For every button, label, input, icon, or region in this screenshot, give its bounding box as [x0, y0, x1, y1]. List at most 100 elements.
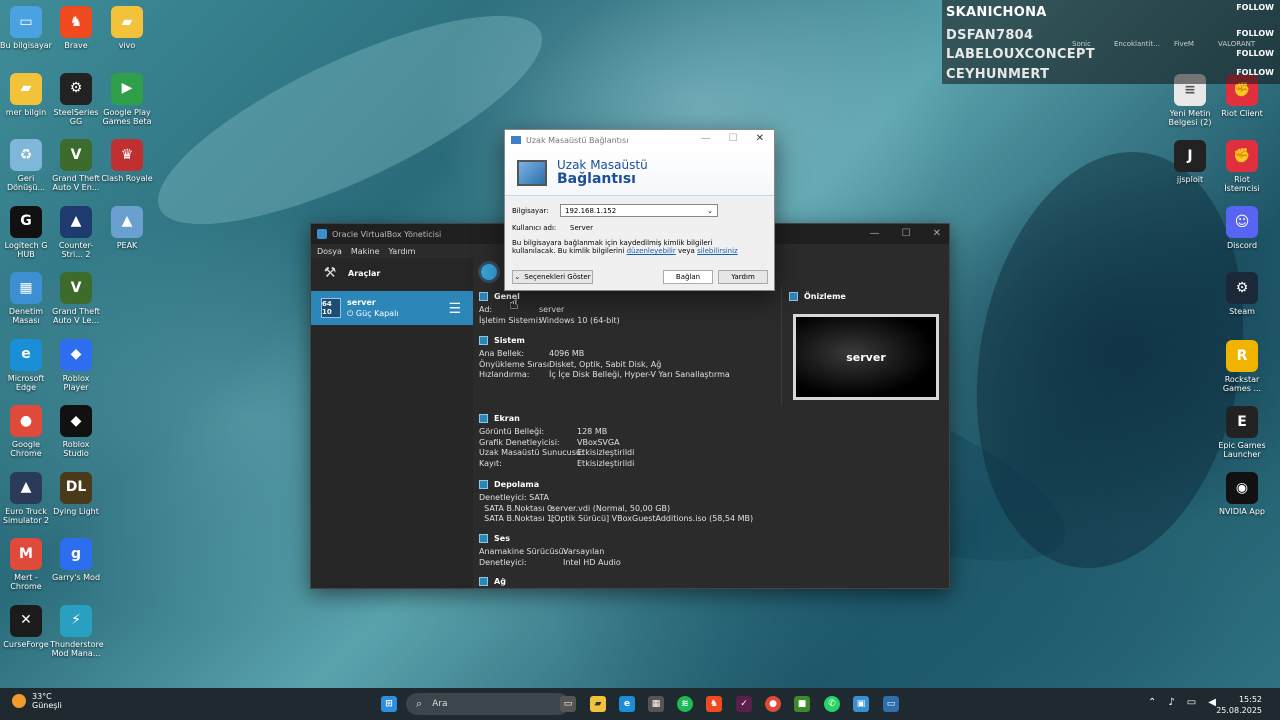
desktop-shortcut[interactable]: ▲ Counter-Stri... 2 [50, 205, 102, 259]
detail-value: [Optik Sürücü] VBoxGuestAdditions.iso (5… [551, 514, 754, 523]
desktop-shortcut[interactable]: R Rockstar Games ... [1216, 340, 1268, 393]
app-icon[interactable]: ✓ [736, 696, 752, 712]
tools-item[interactable]: ⚒ Araçlar [311, 258, 473, 288]
desktop-shortcut[interactable]: E Epic Games Launcher [1216, 406, 1268, 459]
detail-row: Kayıt: Etkisizleştirildi [479, 459, 634, 470]
chevron-down-icon[interactable]: ⌄ [707, 207, 713, 215]
help-button[interactable]: Yardım [718, 270, 768, 284]
window-title: Uzak Masaüstü Bağlantısı [526, 135, 629, 145]
desktop-shortcut[interactable]: ♞ Brave [50, 6, 102, 50]
section-title[interactable]: Ağ [494, 577, 506, 586]
desktop-shortcut[interactable]: V Grand Theft Auto V En... [50, 139, 102, 192]
menu-yardim[interactable]: Yardım [389, 247, 416, 256]
computer-combobox[interactable]: 192.168.1.152 ⌄ [560, 204, 718, 217]
section-title[interactable]: Ekran [494, 414, 520, 423]
desktop-shortcut[interactable]: ● Google Chrome [0, 405, 52, 458]
desktop-shortcut[interactable]: ▰ vivo [101, 6, 153, 50]
machine-tools-icon[interactable] [481, 264, 497, 280]
section-title[interactable]: Depolama [494, 480, 539, 489]
desktop-shortcut[interactable]: ▭ Bu bilgisayar [0, 6, 52, 50]
clash-royale-icon: ♛ [111, 139, 143, 171]
chrome-icon[interactable]: ● [765, 696, 781, 712]
section-depolama: Depolama Denetleyici: SATA SATA B.Noktas… [479, 480, 753, 525]
delete-credentials-link[interactable]: silebilirsiniz [697, 247, 738, 255]
desktop-shortcut[interactable]: ▦ Denetim Masası [0, 272, 52, 325]
credentials-note: Bu bilgisayara bağlanmak için kaydedilmi… [512, 239, 767, 255]
minecraft-icon[interactable]: ■ [794, 696, 810, 712]
detail-row: Hızlandırma: İç İçe Disk Belleği, Hyper-V… [479, 370, 730, 381]
chevron-up-icon[interactable]: ⌃ [1148, 697, 1156, 708]
section-title[interactable]: Sistem [494, 336, 525, 345]
curseforge-icon: ✕ [10, 604, 42, 637]
shortcut-label: Counter-Stri... 2 [58, 240, 94, 259]
preview-title[interactable]: Önizleme [804, 292, 846, 301]
desktop-shortcut[interactable]: Jjjsploit [1164, 140, 1216, 184]
desktop-shortcut[interactable]: ▶ Google Play Games Beta [101, 72, 153, 126]
detail-value: İç İçe Disk Belleği, Hyper-V Yarı Sanall… [549, 370, 730, 379]
desktop-shortcut[interactable]: ♻ Geri Dönüşü... [0, 139, 52, 192]
desktop-shortcut[interactable]: ▲ Euro Truck Simulator 2 [0, 471, 52, 525]
vm-item-server[interactable]: 64 10 server ⏻ Güç Kapalı ☰ [311, 291, 473, 325]
desktop-shortcut[interactable]: ⚙ Steam [1216, 272, 1268, 316]
desktop-shortcut[interactable]: DL Dying Light [50, 471, 102, 516]
close-button[interactable]: ✕ [933, 228, 941, 239]
clock[interactable]: 15:52 25.08.2025 [1216, 694, 1262, 716]
menu-dosya[interactable]: Dosya [317, 247, 342, 256]
desktop-shortcut[interactable]: ▲ PEAK [101, 205, 153, 250]
file-explorer-icon[interactable]: ▰ [590, 696, 606, 712]
desktop-shortcut[interactable]: V Grand Theft Auto V Le... [50, 272, 102, 325]
maximize-button[interactable]: ☐ [729, 133, 738, 144]
maximize-button[interactable]: ☐ [902, 228, 911, 239]
desktop-shortcut[interactable]: g Garry's Mod [50, 538, 102, 582]
desktop-shortcut[interactable]: ◉ NVIDIA App [1216, 472, 1268, 516]
edit-credentials-link[interactable]: düzenleyebilir [627, 247, 676, 255]
remote-desktop-dialog[interactable]: Uzak Masaüstü Bağlantısı — ☐ ✕ Uzak Masa… [504, 129, 775, 291]
title-bar[interactable]: Uzak Masaüstü Bağlantısı — ☐ ✕ [505, 130, 774, 150]
follow-tag: FOLLOW [1236, 68, 1274, 77]
desktop-shortcut[interactable]: ✕ CurseForge [0, 604, 52, 649]
detail-value: server [539, 305, 565, 314]
section-sistem: Sistem Ana Bellek: 4096 MB Önyükleme Sıras… [479, 336, 730, 381]
follower-name: LABELOUXCONCEPT [946, 47, 1095, 62]
desktop-shortcut[interactable]: ▰ mer bilgin [0, 72, 52, 117]
virtualbox-icon[interactable]: ▣ [853, 696, 869, 712]
detail-key: Uzak Masaüstü Sunucusu: [479, 448, 584, 457]
shortcut-label: mer bilgin [5, 107, 47, 117]
volume-icon[interactable]: ◀ [1208, 697, 1216, 708]
network-icon[interactable]: ▭ [1187, 697, 1196, 708]
edge-icon[interactable]: e [619, 696, 635, 712]
vm-menu-icon[interactable]: ☰ [448, 301, 461, 317]
desktop-shortcut[interactable]: G Logitech G HUB [0, 205, 52, 259]
shortcut-label: Thunderstore Mod Mana... [50, 639, 104, 658]
section-title[interactable]: Ses [494, 534, 510, 543]
minimize-button[interactable]: — [870, 228, 880, 239]
weather-widget[interactable]: 33°C Güneşli [12, 692, 62, 710]
microphone-icon[interactable]: ♪ [1168, 697, 1174, 708]
detail-value: 4096 MB [549, 349, 585, 358]
spotify-icon[interactable]: ≋ [677, 696, 693, 712]
desktop-shortcut[interactable]: ◆ Roblox Studio [50, 405, 102, 458]
desktop-shortcut[interactable]: ⚡ Thunderstore Mod Mana... [50, 604, 104, 658]
task-view-icon[interactable]: ▭ [560, 696, 576, 712]
desktop-shortcut[interactable]: ♛ Clash Royale [101, 139, 153, 183]
desktop-shortcut[interactable]: ✊ Riot İstemcisi [1216, 140, 1268, 193]
desktop-shortcut[interactable]: M Mert - Chrome [0, 538, 52, 591]
minimize-button[interactable]: — [701, 133, 711, 144]
start-button[interactable]: ⊞ [381, 696, 397, 712]
detail-key: Önyükleme Sırası: [479, 359, 552, 369]
brave-icon[interactable]: ♞ [706, 696, 722, 712]
shortcut-label: Google Play Games Beta [102, 107, 152, 126]
search-box[interactable]: ⌕ Ara [406, 693, 570, 715]
show-options-button[interactable]: ⌄ Seçenekleri Göster [512, 270, 593, 284]
rdp-icon[interactable]: ▭ [883, 696, 899, 712]
store-icon[interactable]: ▦ [648, 696, 664, 712]
desktop-shortcut[interactable]: ◆ Roblox Player [50, 338, 102, 392]
connect-button[interactable]: Bağlan [663, 270, 713, 284]
menu-makine[interactable]: Makine [351, 247, 380, 256]
desktop-shortcut[interactable]: ☺ Discord [1216, 206, 1268, 250]
detail-key: Kayıt: [479, 458, 502, 468]
desktop-shortcut[interactable]: ⚙ SteelSeries GG [50, 72, 102, 126]
whatsapp-icon[interactable]: ✆ [824, 696, 840, 712]
close-button[interactable]: ✕ [756, 133, 764, 144]
desktop-shortcut[interactable]: e Microsoft Edge [0, 338, 52, 392]
